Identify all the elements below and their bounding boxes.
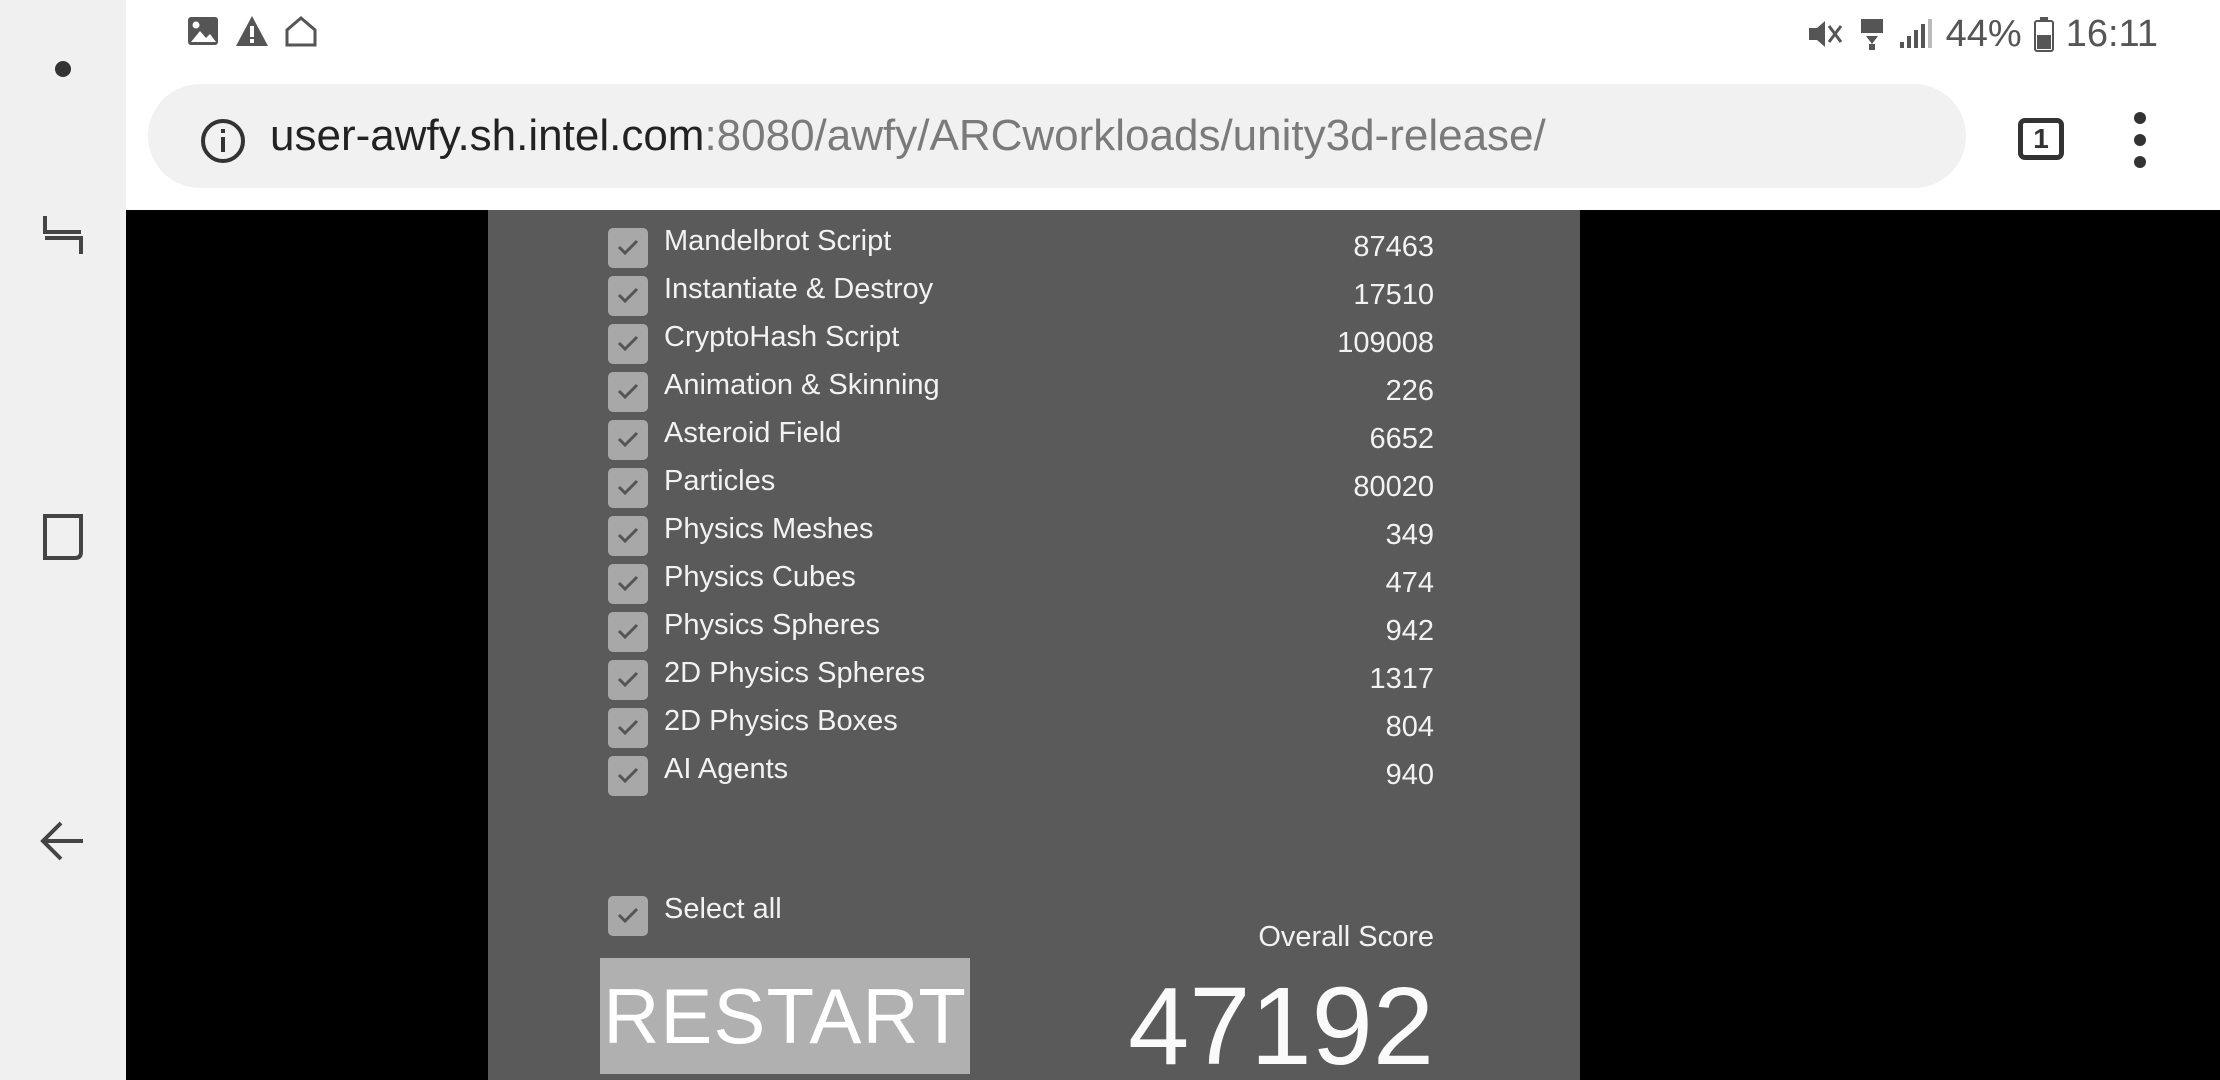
test-score: 349: [1385, 519, 1434, 551]
test-label: 2D Physics Boxes: [664, 705, 898, 737]
test-checkbox[interactable]: [608, 564, 648, 604]
test-label: Physics Meshes: [664, 513, 874, 545]
overall-score-label: Overall Score: [1258, 921, 1434, 953]
test-score: 942: [1385, 615, 1434, 647]
check-icon: [617, 431, 639, 448]
test-row[interactable]: Physics Meshes 349: [488, 510, 1580, 558]
test-score: 17510: [1353, 279, 1434, 311]
test-checkbox[interactable]: [608, 276, 648, 316]
test-score: 109008: [1337, 327, 1434, 359]
home-outline-icon: [284, 14, 318, 48]
mute-vibrate-icon: [1806, 16, 1846, 52]
test-row[interactable]: 2D Physics Boxes 804: [488, 702, 1580, 750]
back-arrow-icon: [40, 821, 83, 861]
home-square-icon: [43, 514, 83, 560]
recent-apps-button[interactable]: [0, 190, 126, 280]
test-row[interactable]: Mandelbrot Script 87463: [488, 222, 1580, 270]
check-icon: [617, 479, 639, 496]
image-icon: [186, 14, 220, 48]
check-icon: [617, 767, 639, 784]
test-score: 804: [1385, 711, 1434, 743]
test-label: Physics Spheres: [664, 609, 880, 641]
test-row[interactable]: Physics Cubes 474: [488, 558, 1580, 606]
url-text[interactable]: user-awfy.sh.intel.com:8080/awfy/ARCwork…: [270, 106, 1546, 166]
test-label: CryptoHash Script: [664, 321, 900, 353]
dot-icon: [55, 61, 71, 77]
test-label: Physics Cubes: [664, 561, 856, 593]
test-checkbox[interactable]: [608, 324, 648, 364]
status-bar: 44% 16:11: [126, 0, 2220, 68]
address-bar[interactable]: user-awfy.sh.intel.com:8080/awfy/ARCwork…: [148, 84, 1966, 188]
select-all-row[interactable]: Select all: [488, 890, 1088, 938]
test-checkbox[interactable]: [608, 228, 648, 268]
restart-button[interactable]: RESTART: [600, 958, 970, 1074]
test-checkbox[interactable]: [608, 660, 648, 700]
check-icon: [617, 383, 639, 400]
test-label: Asteroid Field: [664, 417, 842, 449]
test-label: Instantiate & Destroy: [664, 273, 934, 305]
test-checkbox[interactable]: [608, 756, 648, 796]
check-icon: [617, 239, 639, 256]
url-path: :8080/awfy/ARCworkloads/unity3d-release/: [704, 111, 1546, 160]
test-checkbox[interactable]: [608, 372, 648, 412]
test-score: 80020: [1353, 471, 1434, 503]
system-navigation-bar: [0, 0, 126, 1080]
test-score: 940: [1385, 759, 1434, 791]
test-label: AI Agents: [664, 753, 789, 785]
check-icon: [617, 335, 639, 352]
check-icon: [617, 575, 639, 592]
back-button[interactable]: [0, 796, 126, 886]
results-panel: Mandelbrot Script 87463 Instantiate & Dest…: [488, 210, 1580, 1080]
check-icon: [617, 623, 639, 640]
test-label: Mandelbrot Script: [664, 225, 892, 257]
test-row[interactable]: Animation & Skinning 226: [488, 366, 1580, 414]
select-all-label: Select all: [664, 893, 782, 925]
battery-icon: [2033, 16, 2054, 52]
test-row[interactable]: AI Agents 940: [488, 750, 1580, 798]
test-checkbox[interactable]: [608, 420, 648, 460]
unity-canvas: Mandelbrot Script 87463 Instantiate & Dest…: [126, 210, 2220, 1080]
test-row[interactable]: Physics Spheres 942: [488, 606, 1580, 654]
test-row[interactable]: Instantiate & Destroy 17510: [488, 270, 1580, 318]
recent-apps-icon: [43, 216, 83, 254]
check-icon: [617, 527, 639, 544]
test-checkbox[interactable]: [608, 708, 648, 748]
signal-icon: [1898, 18, 1934, 50]
url-host: user-awfy.sh.intel.com: [270, 111, 705, 160]
test-score: 87463: [1353, 231, 1434, 263]
battery-percent: 44%: [1945, 13, 2022, 55]
test-label: 2D Physics Spheres: [664, 657, 926, 689]
data-transfer-icon: [1858, 16, 1886, 52]
browser-toolbar: user-awfy.sh.intel.com:8080/awfy/ARCwork…: [126, 68, 2220, 210]
test-row[interactable]: Particles 80020: [488, 462, 1580, 510]
test-score: 6652: [1369, 423, 1434, 455]
test-row[interactable]: CryptoHash Script 109008: [488, 318, 1580, 366]
test-checkbox[interactable]: [608, 612, 648, 652]
info-icon[interactable]: [200, 118, 246, 169]
test-checkbox[interactable]: [608, 516, 648, 556]
test-row[interactable]: Asteroid Field 6652: [488, 414, 1580, 462]
test-score: 226: [1385, 375, 1434, 407]
test-score: 474: [1385, 567, 1434, 599]
test-label: Particles: [664, 465, 776, 497]
clock: 16:11: [2065, 13, 2158, 55]
nav-dot-button[interactable]: [0, 24, 126, 114]
check-icon: [617, 671, 639, 688]
check-icon: [617, 907, 639, 924]
check-icon: [617, 287, 639, 304]
tab-switcher-button[interactable]: 1: [2018, 118, 2064, 160]
test-row[interactable]: 2D Physics Spheres 1317: [488, 654, 1580, 702]
warning-icon: [234, 14, 270, 48]
select-all-checkbox[interactable]: [608, 896, 648, 936]
test-label: Animation & Skinning: [664, 369, 940, 401]
overflow-menu-icon[interactable]: [2134, 112, 2146, 168]
test-checkbox[interactable]: [608, 468, 648, 508]
check-icon: [617, 719, 639, 736]
test-score: 1317: [1369, 663, 1434, 695]
overall-score-value: 47192: [1128, 965, 1434, 1080]
home-button[interactable]: [0, 492, 126, 582]
